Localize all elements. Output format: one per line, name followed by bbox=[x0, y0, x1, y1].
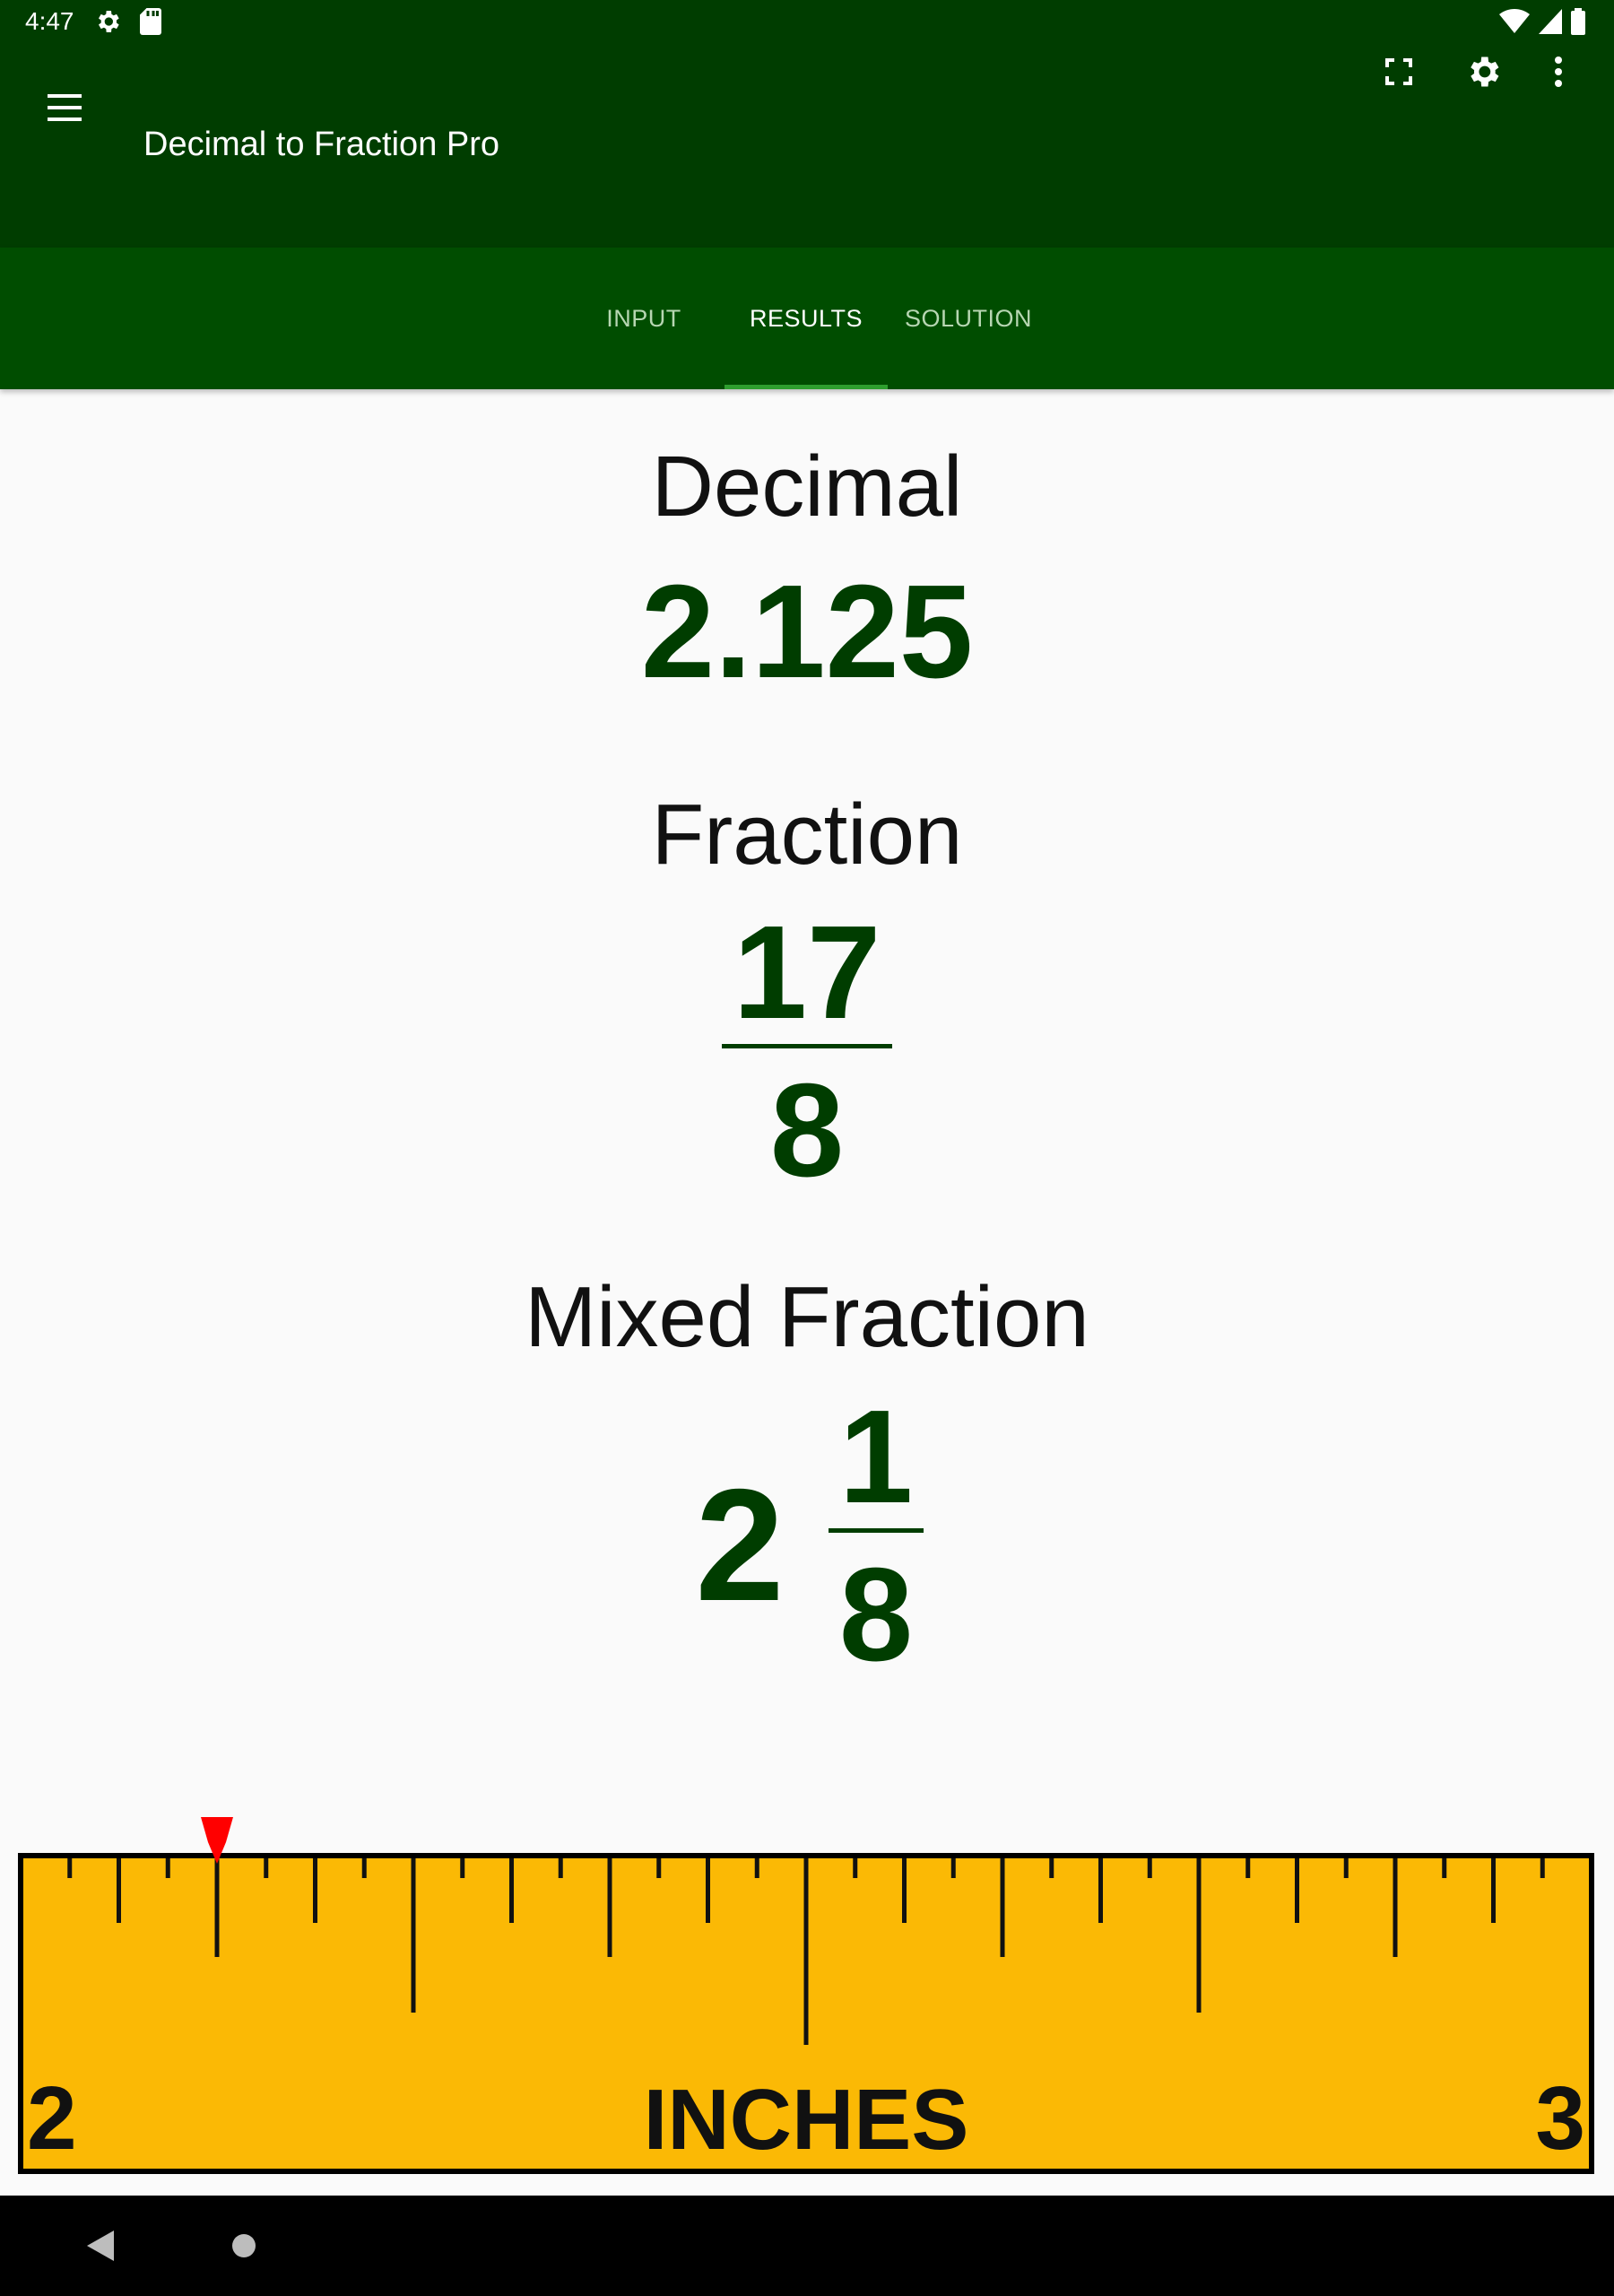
mixed-fraction-bar bbox=[829, 1528, 924, 1533]
settings-icon bbox=[1471, 57, 1499, 87]
settings-gear-icon bbox=[99, 11, 119, 32]
mixed-denominator: 8 bbox=[838, 1541, 914, 1689]
ruler-unit-label: INCHES bbox=[644, 2072, 969, 2168]
status-time: 4:47 bbox=[25, 7, 74, 35]
ruler-start-label: 2 bbox=[27, 2068, 77, 2169]
tab-solution[interactable]: SOLUTION bbox=[893, 248, 1044, 389]
mixed-whole: 2 bbox=[695, 1456, 785, 1634]
wifi-icon bbox=[1499, 9, 1530, 33]
menu-button[interactable] bbox=[36, 79, 93, 136]
navigation-bar bbox=[0, 2196, 1614, 2296]
home-button[interactable] bbox=[215, 2217, 273, 2274]
status-bar: 4:47 bbox=[0, 0, 1614, 43]
menu-icon bbox=[48, 94, 82, 121]
tab-bar: INPUT RESULTS SOLUTION bbox=[0, 248, 1614, 389]
back-button[interactable] bbox=[72, 2217, 129, 2274]
fullscreen-icon bbox=[1385, 58, 1412, 85]
tab-input[interactable]: INPUT bbox=[574, 248, 714, 389]
app-title: Decimal to Fraction Pro bbox=[143, 126, 500, 163]
fraction-label: Fraction bbox=[651, 787, 963, 883]
signal-icon bbox=[1539, 9, 1562, 34]
more-options-button[interactable] bbox=[1530, 43, 1587, 100]
settings-button[interactable] bbox=[1454, 43, 1512, 100]
fraction-denominator: 8 bbox=[769, 1057, 845, 1205]
ruler: 2 INCHES 3 bbox=[18, 1817, 1594, 2174]
ruler-end-label: 3 bbox=[1535, 2068, 1585, 2169]
home-icon bbox=[232, 2234, 256, 2257]
decimal-label: Decimal bbox=[651, 439, 963, 535]
more-vert-icon bbox=[1555, 57, 1562, 87]
fullscreen-button[interactable] bbox=[1370, 43, 1427, 100]
mixed-fraction-label: Mixed Fraction bbox=[525, 1269, 1089, 1365]
mixed-numerator: 1 bbox=[838, 1383, 914, 1531]
fraction-numerator: 17 bbox=[733, 899, 881, 1047]
app-bar: Decimal to Fraction Pro bbox=[0, 43, 1614, 248]
back-icon bbox=[87, 2231, 114, 2261]
fraction-bar bbox=[722, 1044, 892, 1048]
sd-card-icon bbox=[140, 8, 161, 35]
active-tab-indicator bbox=[725, 385, 888, 389]
ruler-graphic: 2 INCHES 3 bbox=[18, 1817, 1594, 2174]
tab-results[interactable]: RESULTS bbox=[725, 248, 888, 389]
battery-icon bbox=[1571, 8, 1585, 35]
decimal-value: 2.125 bbox=[640, 558, 974, 706]
